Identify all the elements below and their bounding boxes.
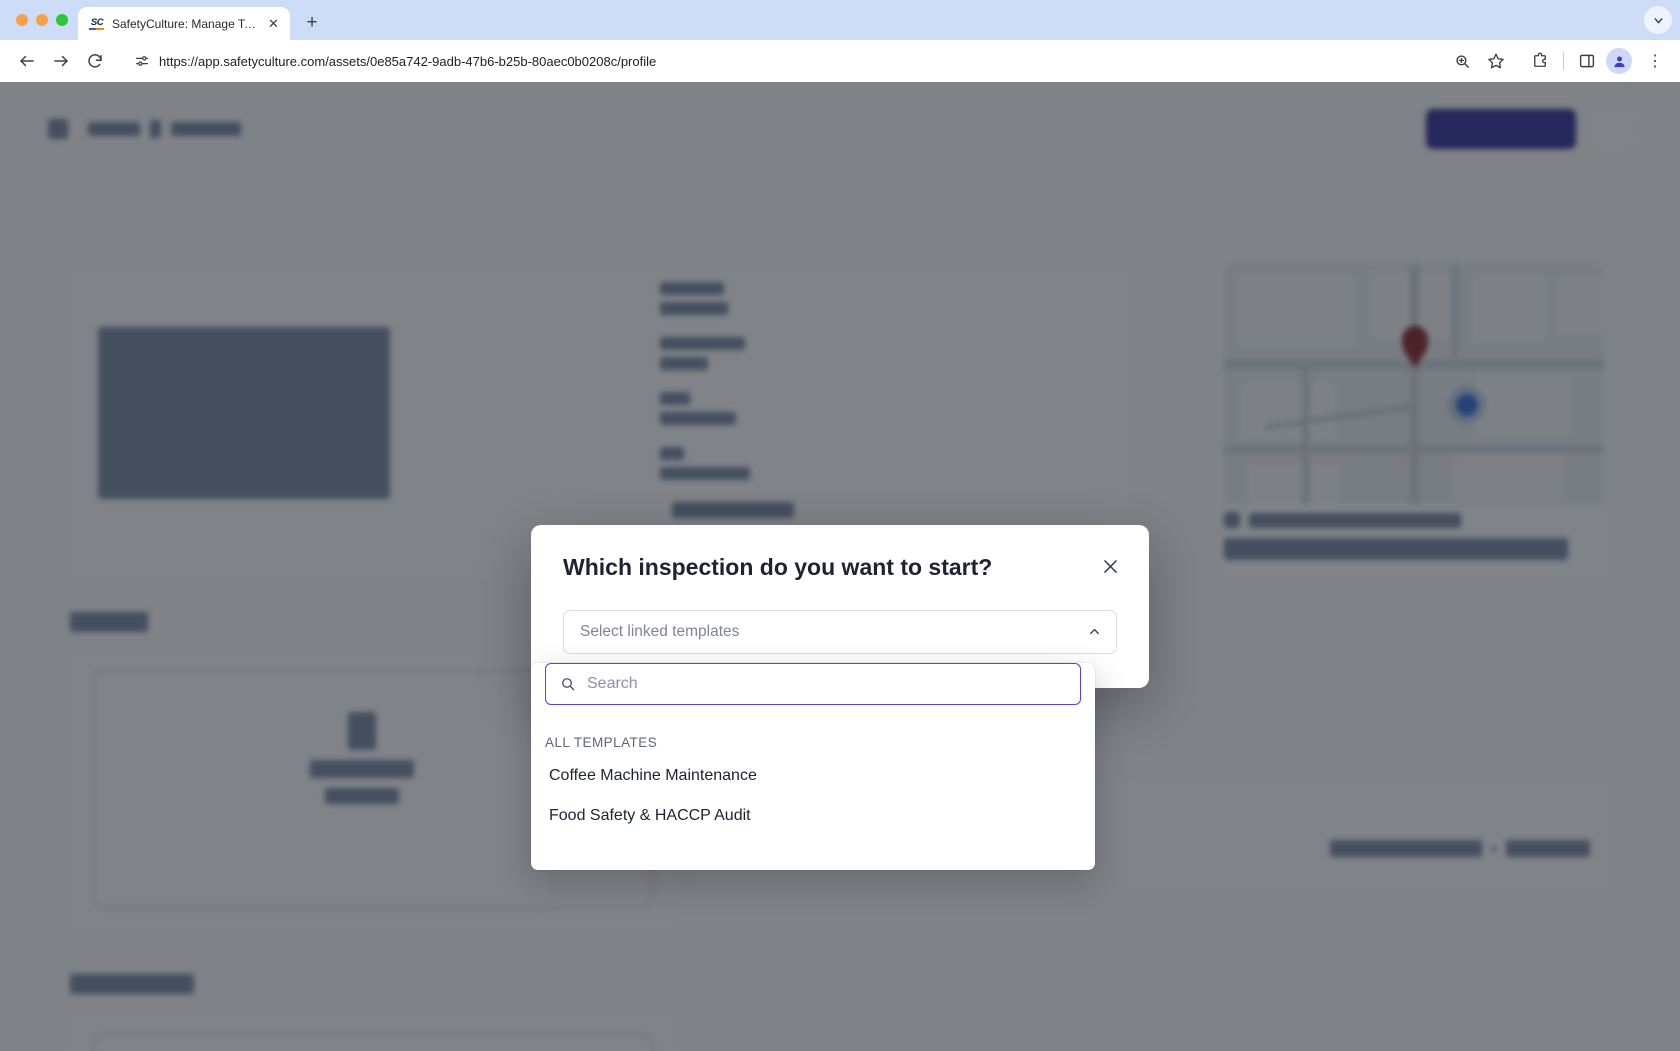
address-bar[interactable]: https://app.safetyculture.com/assets/0e8…	[122, 46, 1519, 76]
templates-dropdown: ALL TEMPLATES Coffee Machine Maintenance…	[531, 663, 1095, 870]
toolbar-icon-group: ⋮	[1531, 48, 1668, 74]
extensions-puzzle-icon[interactable]	[1531, 52, 1549, 70]
linked-templates-select[interactable]: Select linked templates	[563, 609, 1117, 654]
favicon-text: SC	[90, 16, 104, 28]
page-viewport: Which inspection do you want to start? S…	[0, 82, 1680, 1051]
tab-search-chevron-down-icon[interactable]	[1644, 6, 1672, 34]
close-icon[interactable]	[1097, 553, 1123, 579]
dropdown-group-label: ALL TEMPLATES	[545, 735, 658, 750]
bookmark-star-icon[interactable]	[1487, 52, 1505, 70]
minimize-window-button[interactable]	[36, 14, 48, 26]
new-tab-button[interactable]: +	[298, 9, 326, 37]
template-search-field[interactable]	[545, 663, 1081, 705]
list-item[interactable]: Coffee Machine Maintenance	[531, 756, 1095, 796]
tab-title: SafetyCulture: Manage Teams and...	[112, 16, 258, 31]
profile-avatar-icon[interactable]	[1606, 48, 1632, 74]
address-bar-url: https://app.safetyculture.com/assets/0e8…	[159, 53, 657, 69]
site-settings-tune-icon[interactable]	[134, 53, 150, 69]
browser-window: SC SafetyCulture: Manage Teams and... ✕ …	[0, 0, 1680, 1051]
list-item[interactable]: Food Safety & HACCP Audit	[531, 796, 1095, 836]
start-inspection-modal: Which inspection do you want to start? S…	[531, 525, 1149, 870]
forward-arrow-icon[interactable]	[46, 46, 76, 76]
side-panel-icon[interactable]	[1578, 52, 1596, 70]
close-window-button[interactable]	[16, 14, 28, 26]
browser-toolbar: https://app.safetyculture.com/assets/0e8…	[0, 40, 1680, 82]
search-icon	[560, 676, 576, 692]
back-arrow-icon[interactable]	[12, 46, 42, 76]
modal-title: Which inspection do you want to start?	[563, 554, 993, 580]
zoom-magnifier-icon[interactable]	[1454, 53, 1471, 70]
three-dot-menu-icon[interactable]: ⋮	[1642, 48, 1668, 74]
template-option-list: Coffee Machine Maintenance Food Safety &…	[531, 756, 1095, 836]
close-tab-icon[interactable]: ✕	[265, 15, 282, 32]
favicon-underline	[89, 27, 104, 30]
toolbar-divider	[1563, 52, 1564, 70]
select-placeholder: Select linked templates	[580, 622, 740, 640]
maximize-window-button[interactable]	[56, 14, 68, 26]
browser-tab[interactable]: SC SafetyCulture: Manage Teams and... ✕	[78, 7, 290, 40]
reload-icon[interactable]	[80, 46, 110, 76]
window-traffic-lights	[12, 0, 78, 40]
search-input[interactable]	[587, 664, 1066, 704]
safetyculture-favicon-icon: SC	[89, 16, 105, 32]
tab-strip: SC SafetyCulture: Manage Teams and... ✕ …	[0, 0, 1680, 40]
chevron-up-icon[interactable]	[1087, 624, 1102, 639]
